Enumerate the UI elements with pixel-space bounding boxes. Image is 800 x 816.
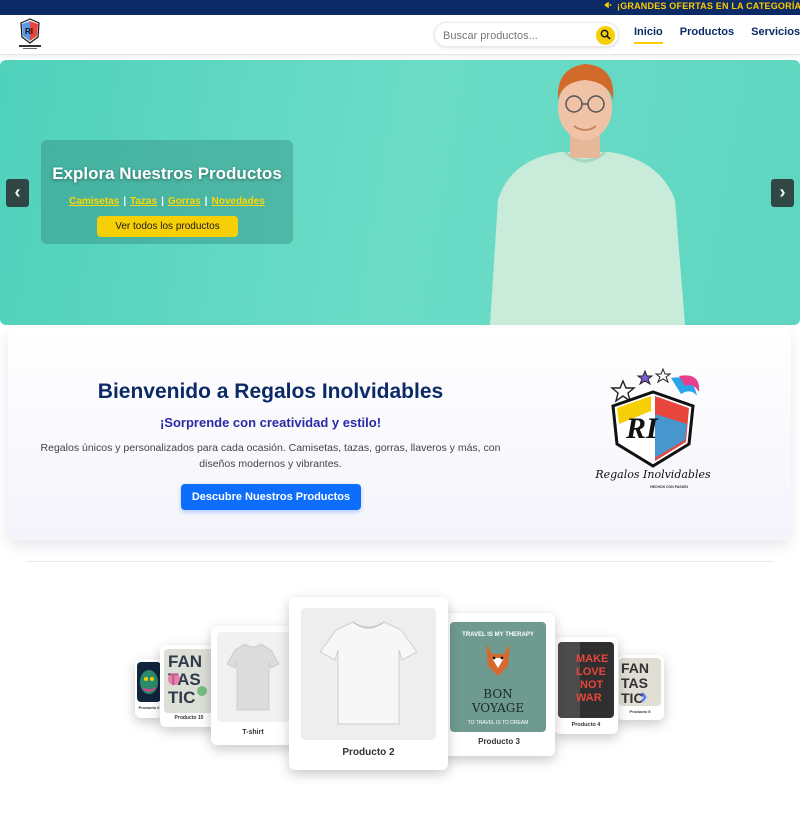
welcome-subtitle: ¡Sorprende con creatividad y estilo! xyxy=(159,415,382,430)
svg-text:RI: RI xyxy=(25,27,33,36)
search-input[interactable] xyxy=(443,27,593,44)
product-image xyxy=(137,662,161,702)
nav-inicio[interactable]: Inicio xyxy=(634,26,663,44)
product-card[interactable]: T-shirt xyxy=(211,626,295,745)
svg-text:BON: BON xyxy=(483,687,512,701)
welcome-title: Bienvenido a Regalos Inolvidables xyxy=(97,380,444,403)
product-image: MAKE LOVE NOT WAR xyxy=(558,642,614,718)
hero-next-button[interactable]: › xyxy=(771,179,794,207)
hero-link-novedades[interactable]: Novedades xyxy=(211,196,264,207)
main-nav: Inicio Productos Servicios xyxy=(634,26,800,44)
hero-caption: Explora Nuestros Productos Camisetas | Taz… xyxy=(41,140,293,244)
svg-text:MAKE: MAKE xyxy=(576,653,608,665)
search-icon xyxy=(600,27,611,45)
view-all-products-button[interactable]: Ver todos los productos xyxy=(97,216,238,237)
product-name: Producto 6 xyxy=(138,705,160,710)
discover-products-button[interactable]: Descubre Nuestros Productos xyxy=(181,484,361,510)
product-image xyxy=(217,632,289,722)
product-name: Producto 10 xyxy=(174,715,204,721)
hero-link-camisetas[interactable]: Camisetas xyxy=(69,196,119,207)
welcome-description: Regalos únicos y personalizados para cad… xyxy=(40,442,501,470)
site-logo[interactable]: RI xyxy=(16,17,44,51)
svg-text:WAR: WAR xyxy=(576,692,602,704)
hero-link-tazas[interactable]: Tazas xyxy=(130,196,157,207)
product-card[interactable]: Producto 2 xyxy=(289,597,448,770)
product-name: Producto 4 xyxy=(571,722,601,728)
brand-logo-tagline: HECHOS CON PASIÓN xyxy=(650,484,688,489)
nav-productos[interactable]: Productos xyxy=(680,26,734,44)
hero-banner: Explora Nuestros Productos Camisetas | Taz… xyxy=(0,60,800,325)
product-name: Producto 3 xyxy=(478,737,520,746)
svg-text:LOVE: LOVE xyxy=(576,666,606,678)
megaphone-icon xyxy=(604,1,613,11)
welcome-section: Bienvenido a Regalos Inolvidables ¡Sorpr… xyxy=(8,328,791,540)
svg-text:TIC: TIC xyxy=(168,688,195,707)
product-image xyxy=(301,608,436,740)
search-box xyxy=(434,22,619,47)
brand-logo-initials: RI xyxy=(625,412,659,445)
product-card[interactable]: FAN TAS TIC Producto 10 xyxy=(160,645,218,727)
product-image: TRAVEL IS MY THERAPY BON VOYAGE TO TRAVE… xyxy=(450,622,546,732)
product-name: Producto 5 xyxy=(629,709,651,714)
svg-text:NOT: NOT xyxy=(580,679,604,691)
brand-logo-text: Regalos Inolvidables xyxy=(594,468,711,481)
product-name: Producto 2 xyxy=(342,747,395,758)
hero-prev-button[interactable]: ‹ xyxy=(6,179,29,207)
product-card[interactable]: TRAVEL IS MY THERAPY BON VOYAGE TO TRAVE… xyxy=(443,613,555,756)
carousel-next-button[interactable]: › xyxy=(640,683,660,708)
hero-link-gorras[interactable]: Gorras xyxy=(168,196,201,207)
promo-ticker: ¡GRANDES OFERTAS EN LA CATEGORÍA DE xyxy=(0,0,800,15)
hero-category-links: Camisetas | Tazas | Gorras | Novedades xyxy=(69,196,265,207)
svg-text:VOYAGE: VOYAGE xyxy=(471,701,524,715)
nav-servicios[interactable]: Servicios xyxy=(751,26,800,44)
hero-title: Explora Nuestros Productos xyxy=(52,164,282,183)
search-button[interactable] xyxy=(596,26,615,45)
svg-text:FAN: FAN xyxy=(168,652,202,671)
svg-text:TRAVEL IS MY THERAPY: TRAVEL IS MY THERAPY xyxy=(462,632,534,638)
section-divider xyxy=(26,561,774,562)
hero-image xyxy=(470,60,700,325)
ticker-text: ¡GRANDES OFERTAS EN LA CATEGORÍA DE xyxy=(617,1,800,11)
site-header: RI Inicio Productos Servicios xyxy=(0,15,800,55)
brand-logo: RI Regalos Inolvidables HECHOS CON PASIÓ… xyxy=(593,366,713,501)
product-card[interactable]: MAKE LOVE NOT WAR Producto 4 xyxy=(554,637,618,734)
svg-text:FAN: FAN xyxy=(621,660,649,676)
product-image: FAN TAS TIC xyxy=(164,649,214,713)
svg-text:TO TRAVEL IS TO DREAM: TO TRAVEL IS TO DREAM xyxy=(468,720,529,726)
product-name: T-shirt xyxy=(242,729,264,736)
product-card[interactable]: Producto 6 xyxy=(135,659,163,718)
